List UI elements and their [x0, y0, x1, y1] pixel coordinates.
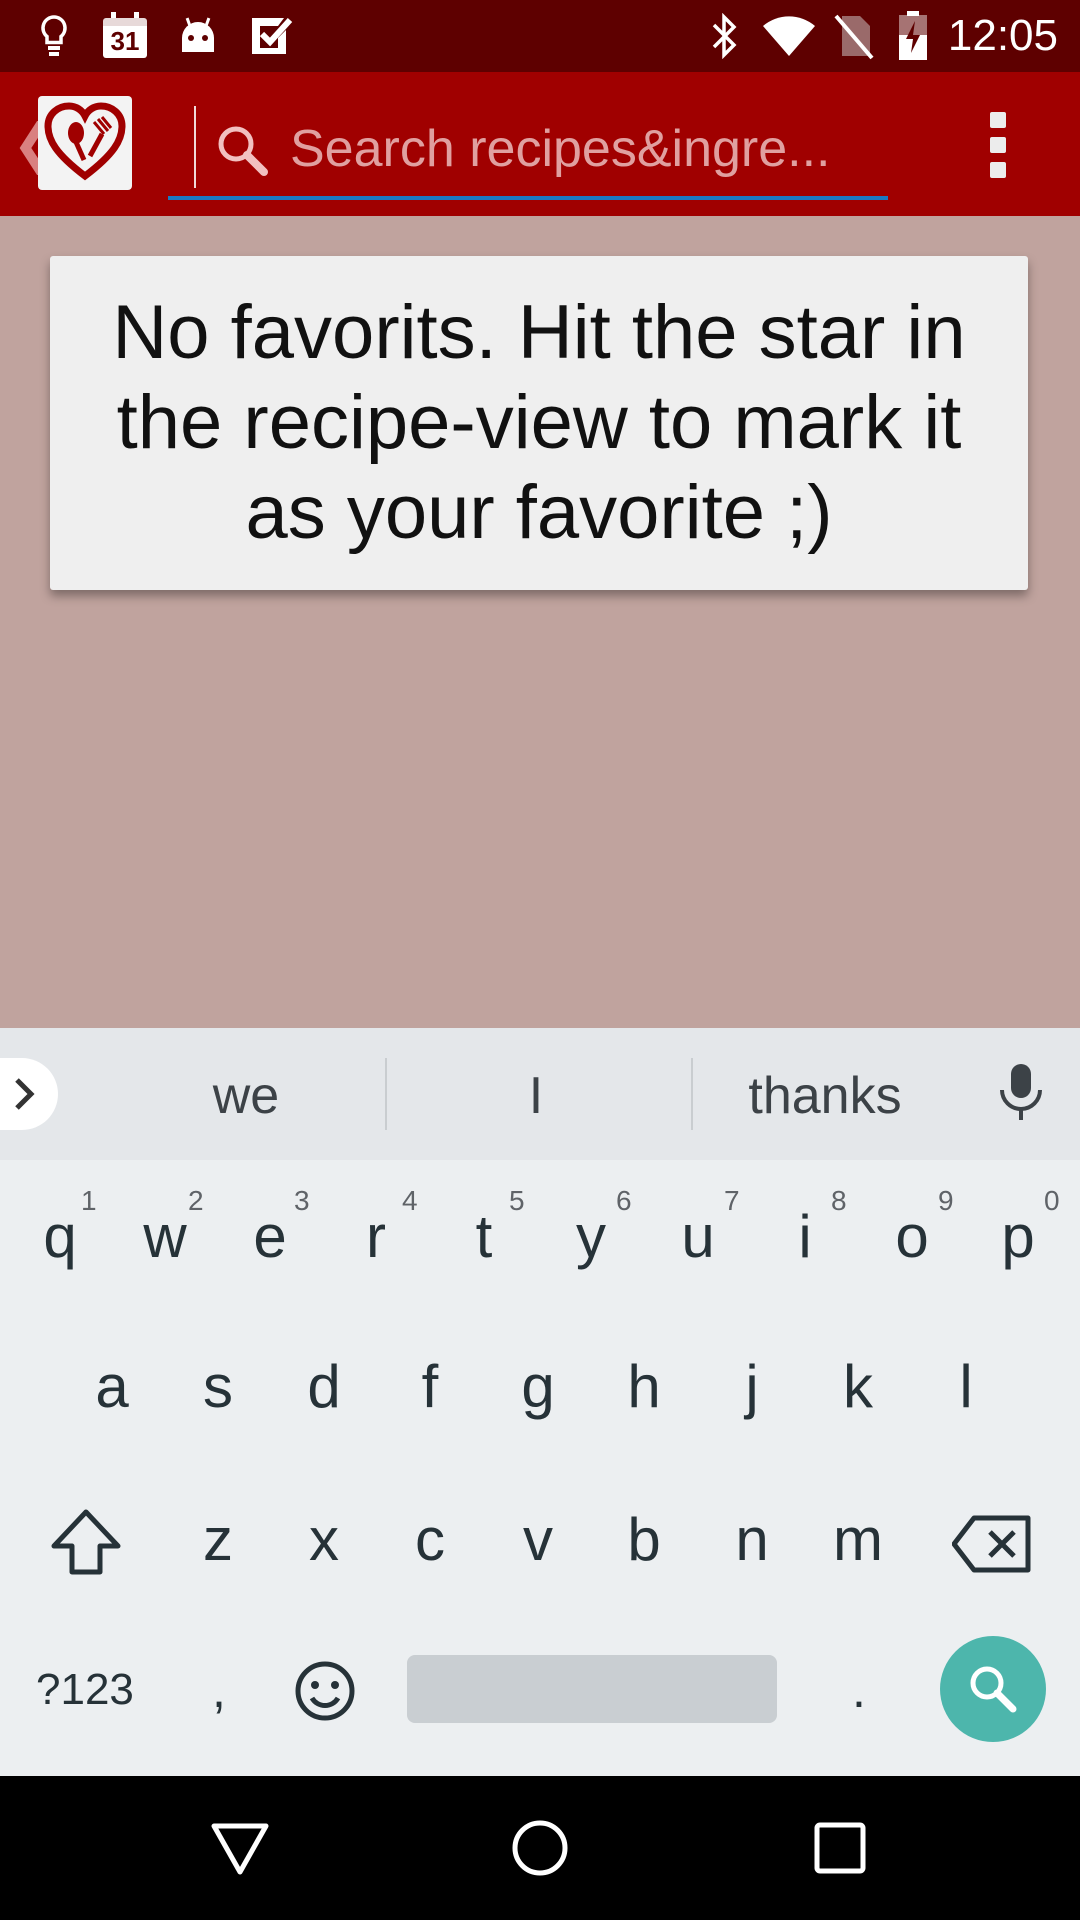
key-z[interactable]: z	[168, 1505, 268, 1575]
home-icon[interactable]	[504, 1812, 576, 1884]
key-x[interactable]: x	[274, 1505, 374, 1575]
search-icon	[970, 1666, 1017, 1713]
suggestion-divider	[385, 1058, 387, 1130]
key-hint-7: 7	[724, 1185, 740, 1216]
symbols-key[interactable]: ?123	[36, 1660, 134, 1720]
app-logo[interactable]	[38, 96, 132, 190]
text-cursor	[194, 106, 196, 188]
wifi-icon	[760, 12, 818, 60]
clock: 12:05	[947, 11, 1058, 60]
suggestion-divider	[691, 1058, 693, 1130]
key-a[interactable]: a	[62, 1352, 162, 1422]
checkmark-icon	[250, 12, 294, 60]
recents-icon[interactable]	[804, 1812, 876, 1884]
key-g[interactable]: g	[488, 1352, 588, 1422]
app-bar: ❮	[0, 72, 1080, 216]
key-hint-6: 6	[616, 1185, 632, 1216]
key-d[interactable]: d	[274, 1352, 374, 1422]
suggestion-1[interactable]: we	[146, 1066, 346, 1126]
no-sim-icon	[832, 12, 876, 60]
search-field[interactable]	[168, 102, 888, 200]
key-l[interactable]: l	[916, 1352, 1016, 1422]
back-icon[interactable]	[204, 1812, 276, 1884]
expand-suggestions-button[interactable]	[0, 1058, 58, 1130]
key-hint-8: 8	[831, 1185, 847, 1216]
search-action-key[interactable]	[940, 1636, 1046, 1742]
key-hint-2: 2	[188, 1185, 204, 1216]
search-input[interactable]	[288, 112, 882, 186]
lightbulb-icon	[36, 12, 72, 60]
comma-key[interactable]: ,	[212, 1660, 226, 1720]
space-bar[interactable]	[407, 1655, 777, 1723]
key-b[interactable]: b	[594, 1505, 694, 1575]
search-icon	[214, 122, 270, 183]
suggestion-bar: we I thanks	[0, 1028, 1080, 1160]
key-c[interactable]: c	[380, 1505, 480, 1575]
emoji-icon[interactable]	[294, 1660, 356, 1727]
empty-favorites-card: No favorits. Hit the star in the recipe-…	[50, 256, 1028, 590]
suggestion-2[interactable]: I	[436, 1066, 636, 1126]
calendar-day: 31	[110, 26, 140, 56]
key-f[interactable]: f	[380, 1352, 480, 1422]
status-bar: 31 12:05	[0, 0, 1080, 72]
key-h[interactable]: h	[594, 1352, 694, 1422]
key-m[interactable]: m	[808, 1505, 908, 1575]
key-hint-3: 3	[294, 1185, 310, 1216]
navigation-bar	[0, 1776, 1080, 1920]
key-hint-5: 5	[509, 1185, 525, 1216]
calendar-icon: 31	[100, 12, 150, 60]
overflow-menu-icon[interactable]	[986, 112, 1010, 178]
key-k[interactable]: k	[808, 1352, 908, 1422]
microphone-icon[interactable]	[996, 1062, 1046, 1129]
empty-favorites-message: No favorits. Hit the star in the recipe-…	[112, 290, 966, 555]
backspace-icon[interactable]	[951, 1514, 1032, 1579]
key-hint-1: 1	[81, 1185, 97, 1216]
bluetooth-icon	[708, 12, 742, 60]
key-hint-9: 9	[938, 1185, 954, 1216]
shift-icon[interactable]	[50, 1508, 122, 1581]
battery-charging-icon	[896, 11, 930, 60]
key-hint-0: 0	[1044, 1185, 1060, 1216]
period-key[interactable]: .	[852, 1660, 866, 1720]
key-n[interactable]: n	[702, 1505, 802, 1575]
key-s[interactable]: s	[168, 1352, 268, 1422]
key-hint-4: 4	[402, 1185, 418, 1216]
suggestion-3[interactable]: thanks	[725, 1066, 925, 1126]
key-v[interactable]: v	[488, 1505, 588, 1575]
key-j[interactable]: j	[702, 1352, 802, 1422]
android-icon	[178, 12, 218, 60]
